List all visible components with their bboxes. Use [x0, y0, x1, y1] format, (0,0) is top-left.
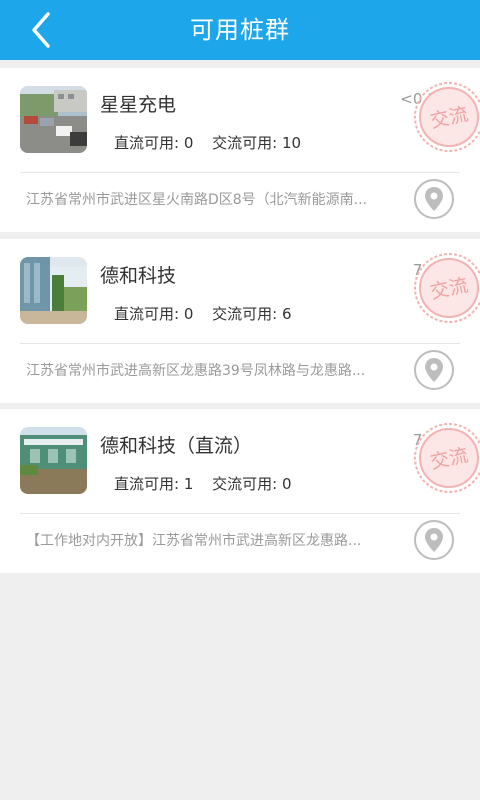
station-card[interactable]: 星星充电 <0.1km 直流可用: 0 交流可用: 10 交流 江苏省常州市武进… [0, 68, 480, 232]
top-bar: 可用桩群 [0, 0, 480, 60]
ac-available: 交流可用: 6 [212, 305, 292, 323]
dc-available: 直流可用: 0 [114, 134, 194, 152]
station-address: 【工作地对内开放】江苏省常州市武进高新区龙惠路... [26, 533, 362, 549]
availability: 直流可用: 0 交流可用: 6 [114, 303, 306, 324]
dc-available: 直流可用: 0 [114, 305, 194, 323]
navigate-button[interactable] [414, 520, 454, 560]
station-card[interactable]: 德和科技 7.0km 直流可用: 0 交流可用: 6 交流 江苏省常州市武进高新… [0, 239, 480, 403]
divider [20, 513, 460, 514]
station-photo [20, 427, 87, 494]
navigate-button[interactable] [414, 350, 454, 390]
page-title: 可用桩群 [190, 16, 290, 44]
divider [20, 343, 460, 344]
station-name: 德和科技（直流） [100, 435, 253, 457]
ac-available: 交流可用: 10 [212, 134, 302, 152]
station-photo [20, 86, 87, 153]
station-address: 江苏省常州市武进高新区龙惠路39号凤林路与龙惠路... [26, 363, 366, 379]
station-card[interactable]: 德和科技（直流） 7.0km 直流可用: 1 交流可用: 0 交流 【工作地对内… [0, 409, 480, 573]
station-address: 江苏省常州市武进区星火南路D区8号（北汽新能源南... [26, 192, 368, 208]
availability: 直流可用: 0 交流可用: 10 [114, 132, 315, 153]
divider [20, 172, 460, 173]
location-pin-icon [425, 187, 443, 211]
station-distance: <0.1km [400, 90, 460, 108]
location-pin-icon [425, 528, 443, 552]
station-name: 德和科技 [100, 265, 177, 287]
location-pin-icon [425, 358, 443, 382]
availability: 直流可用: 1 交流可用: 0 [114, 473, 306, 494]
station-distance: 7.0km [412, 431, 460, 449]
station-distance: 7.0km [412, 261, 460, 279]
ac-available: 交流可用: 0 [212, 475, 292, 493]
station-photo [20, 257, 87, 324]
station-name: 星星充电 [100, 94, 177, 116]
dc-available: 直流可用: 1 [114, 475, 194, 493]
navigate-button[interactable] [414, 179, 454, 219]
